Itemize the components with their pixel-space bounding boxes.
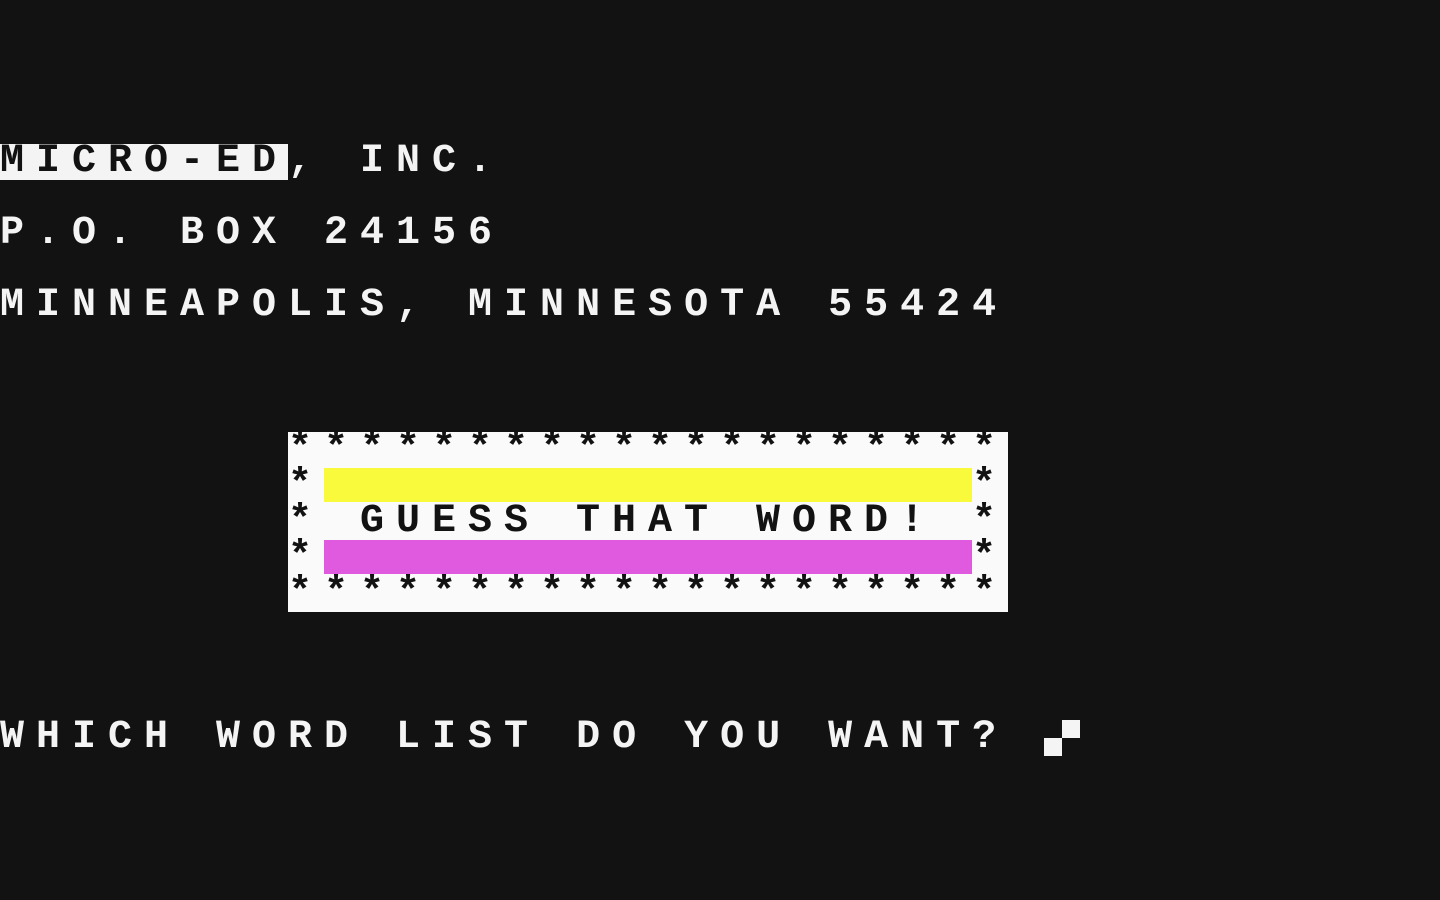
address-line: P.O. BOX 24156 — [0, 211, 505, 256]
city-line: MINNEAPOLIS, MINNESOTA 55424 — [0, 283, 1009, 328]
title-top-yellow-bar — [324, 468, 972, 502]
company-name-highlighted: MICRO-ED — [0, 139, 289, 184]
game-title: GUESS THAT WORD! — [360, 499, 937, 544]
title-bottom-magenta-bar — [324, 540, 972, 574]
title-box-bottom-border: ******************** — [288, 571, 1009, 616]
company-name-suffix: , INC. — [288, 139, 505, 184]
title-box-side-right-3: * — [972, 535, 1009, 580]
word-list-prompt: WHICH WORD LIST DO YOU WANT? — [0, 715, 1009, 760]
title-box-side-left-3: * — [288, 535, 325, 580]
title-box-top-border: ******************** — [288, 427, 1009, 472]
